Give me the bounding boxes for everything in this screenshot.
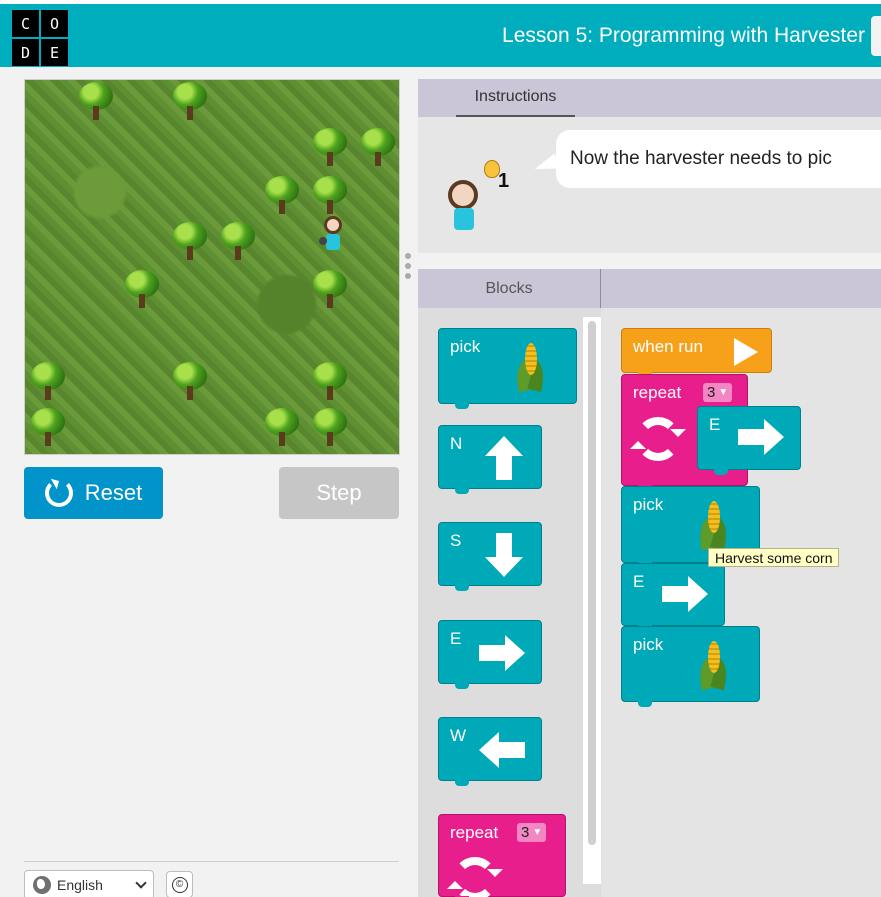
reset-label: Reset	[84, 480, 143, 505]
toolbox-block-north[interactable]: N	[438, 425, 542, 494]
tree-icon	[173, 222, 207, 262]
code-logo[interactable]: C O D E	[12, 10, 68, 66]
hint-count: 1	[498, 170, 510, 192]
repeat-count-dropdown[interactable]: 3 ▼	[517, 823, 547, 842]
block-label: S	[450, 531, 462, 550]
block-tooltip: Harvest some corn	[708, 548, 840, 567]
reset-button[interactable]: Reset	[24, 467, 163, 519]
tree-icon	[31, 362, 65, 402]
block-label: repeat	[633, 383, 682, 402]
hint-button[interactable]: 1	[482, 160, 509, 192]
corn-icon	[694, 497, 732, 551]
tree-icon	[221, 222, 255, 262]
arrow-right-icon	[738, 419, 784, 455]
game-board	[24, 79, 400, 455]
loop-icon	[630, 417, 686, 461]
move-east-block[interactable]: E	[697, 406, 801, 475]
tree-icon	[265, 176, 299, 216]
chevron-down-icon	[135, 877, 147, 889]
panel-resize-handle[interactable]	[405, 253, 411, 279]
logo-letter: D	[12, 39, 39, 66]
instructions-panel: 1 Now the harvester needs to pic	[418, 117, 881, 253]
block-label: pick	[633, 635, 664, 654]
copyright-button[interactable]: ©	[166, 871, 193, 897]
block-label: E	[633, 572, 645, 591]
step-button[interactable]: Step	[279, 467, 399, 519]
harvester-character-icon	[319, 216, 345, 258]
toolbox-block-repeat[interactable]: repeat 3 ▼	[438, 814, 566, 897]
tree-icon	[313, 128, 347, 168]
header-bar: C O D E Lesson 5: Programming with Harve…	[0, 0, 881, 67]
move-east-block[interactable]: E	[621, 563, 725, 631]
tree-icon	[313, 176, 347, 216]
toolbox-scrollbar[interactable]	[583, 317, 601, 884]
tab-blocks: Blocks	[418, 269, 601, 308]
tree-icon	[361, 128, 395, 168]
tree-icon	[313, 270, 347, 310]
block-label: pick	[633, 495, 664, 514]
arrow-right-icon	[662, 576, 708, 612]
tree-icon	[313, 408, 347, 448]
block-label: N	[450, 434, 463, 453]
reset-icon	[44, 479, 73, 507]
blocks-header: Blocks	[418, 269, 881, 308]
toolbox-block-east[interactable]: E	[438, 620, 542, 689]
toolbox-block-south[interactable]: S	[438, 522, 542, 591]
repeat-count-dropdown[interactable]: 3 ▼	[703, 383, 733, 402]
tree-icon	[79, 82, 113, 122]
loop-icon	[447, 857, 503, 897]
corn-icon	[694, 637, 732, 691]
block-label: when run	[633, 337, 703, 356]
when-run-block[interactable]: when run	[621, 328, 772, 378]
lesson-title: Lesson 5: Programming with Harvester	[502, 24, 865, 47]
repeat-count: 3	[707, 384, 716, 401]
arrow-up-icon	[485, 436, 523, 480]
triangle-down-icon: ▼	[718, 387, 729, 398]
tree-icon	[125, 270, 159, 310]
instructions-header: Instructions	[418, 79, 881, 117]
logo-letter: O	[41, 10, 68, 37]
arrow-down-icon	[485, 533, 523, 577]
avatar	[445, 180, 483, 236]
copyright-icon: ©	[171, 876, 188, 893]
pick-block[interactable]: pick	[621, 626, 760, 707]
block-label: E	[709, 415, 721, 434]
tree-icon	[313, 362, 347, 402]
header-menu-button[interactable]	[871, 16, 881, 56]
triangle-down-icon: ▼	[532, 827, 543, 838]
arrow-left-icon	[479, 732, 525, 768]
toolbox-block-pick[interactable]: pick	[438, 328, 577, 409]
tree-icon	[31, 408, 65, 448]
globe-icon	[33, 876, 51, 894]
arrow-right-icon	[479, 635, 525, 671]
block-label: pick	[450, 337, 481, 356]
block-label: W	[450, 726, 467, 745]
divider	[24, 861, 399, 862]
tree-icon	[173, 362, 207, 402]
block-label: E	[450, 629, 462, 648]
play-icon	[734, 338, 758, 366]
toolbox-block-west[interactable]: W	[438, 717, 542, 786]
instruction-text: Now the harvester needs to pic	[556, 130, 881, 188]
repeat-count: 3	[521, 824, 530, 841]
logo-letter: E	[41, 39, 68, 66]
logo-letter: C	[12, 10, 39, 37]
block-label: repeat	[450, 823, 499, 842]
language-select[interactable]: English	[24, 870, 154, 897]
language-value: English	[57, 877, 103, 893]
scroll-thumb[interactable]	[588, 321, 596, 845]
tree-icon	[265, 408, 299, 448]
corn-icon	[511, 339, 549, 393]
tree-icon	[173, 82, 207, 122]
tab-instructions[interactable]: Instructions	[456, 79, 575, 117]
